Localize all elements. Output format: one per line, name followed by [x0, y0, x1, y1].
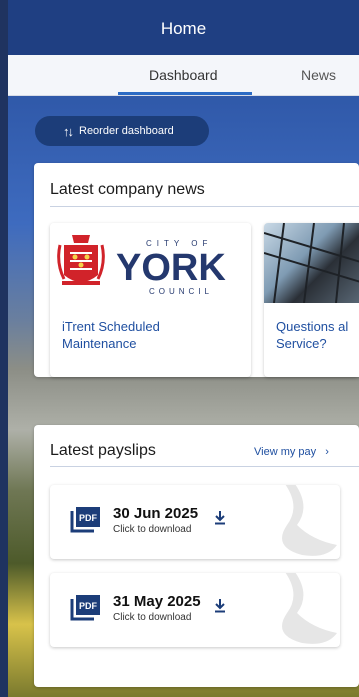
pdf-watermark-icon [282, 573, 337, 644]
left-edge [0, 0, 8, 697]
app-screen: Home Dashboard News ↑↓ Reorder dashboard… [0, 0, 359, 697]
divider [50, 466, 359, 467]
glass-roof-photo [264, 223, 359, 304]
page-title: Home [160, 19, 207, 38]
payslips-section-card: Latest payslips View my pay › PDF 30 Jun… [34, 425, 359, 687]
news-item-title: iTrent Scheduled Maintenance [62, 319, 160, 351]
payslip-action: Click to download [113, 612, 192, 623]
payslip-date: 30 Jun 2025 [113, 505, 199, 522]
view-my-pay-link[interactable]: View my pay › [254, 446, 329, 458]
payslip-date: 31 May 2025 [113, 593, 201, 610]
reorder-dashboard-button[interactable]: ↑↓ Reorder dashboard [35, 116, 209, 146]
news-item-title: Questions al Service? [276, 319, 349, 351]
download-icon[interactable] [214, 511, 226, 525]
pdf-watermark-icon [282, 485, 337, 556]
news-item[interactable]: CITY OF YORK COUNCIL iTrent Scheduled Ma… [50, 223, 251, 377]
app-header: Home [8, 0, 359, 55]
svg-text:PDF: PDF [79, 513, 98, 523]
news-item[interactable]: Questions al Service? [264, 223, 359, 377]
active-tab-indicator [118, 92, 252, 95]
tab-news[interactable]: News [301, 67, 336, 83]
logo-text-bottom: COUNCIL [149, 287, 214, 296]
reorder-arrows-icon: ↑↓ [63, 123, 74, 139]
download-icon[interactable] [214, 599, 226, 613]
payslip-action: Click to download [113, 524, 192, 535]
svg-text:PDF: PDF [79, 601, 98, 611]
chevron-right-icon: › [325, 446, 329, 458]
news-section-card: Latest company news CITY OF YORK COUNCIL… [34, 163, 359, 377]
reorder-dashboard-label: Reorder dashboard [79, 125, 174, 137]
payslip-item[interactable]: PDF 30 Jun 2025 Click to download [50, 485, 340, 559]
tab-bar: Dashboard News [8, 55, 359, 96]
payslips-section-title: Latest payslips [50, 442, 156, 459]
logo-text-main: YORK [116, 247, 226, 289]
news-section-title: Latest company news [50, 181, 205, 198]
payslip-item[interactable]: PDF 31 May 2025 Click to download [50, 573, 340, 647]
tab-dashboard[interactable]: Dashboard [149, 67, 218, 83]
pdf-icon: PDF [70, 595, 100, 621]
pdf-icon: PDF [70, 507, 100, 533]
city-of-york-council-logo: CITY OF YORK COUNCIL [50, 223, 251, 303]
divider [50, 206, 359, 207]
